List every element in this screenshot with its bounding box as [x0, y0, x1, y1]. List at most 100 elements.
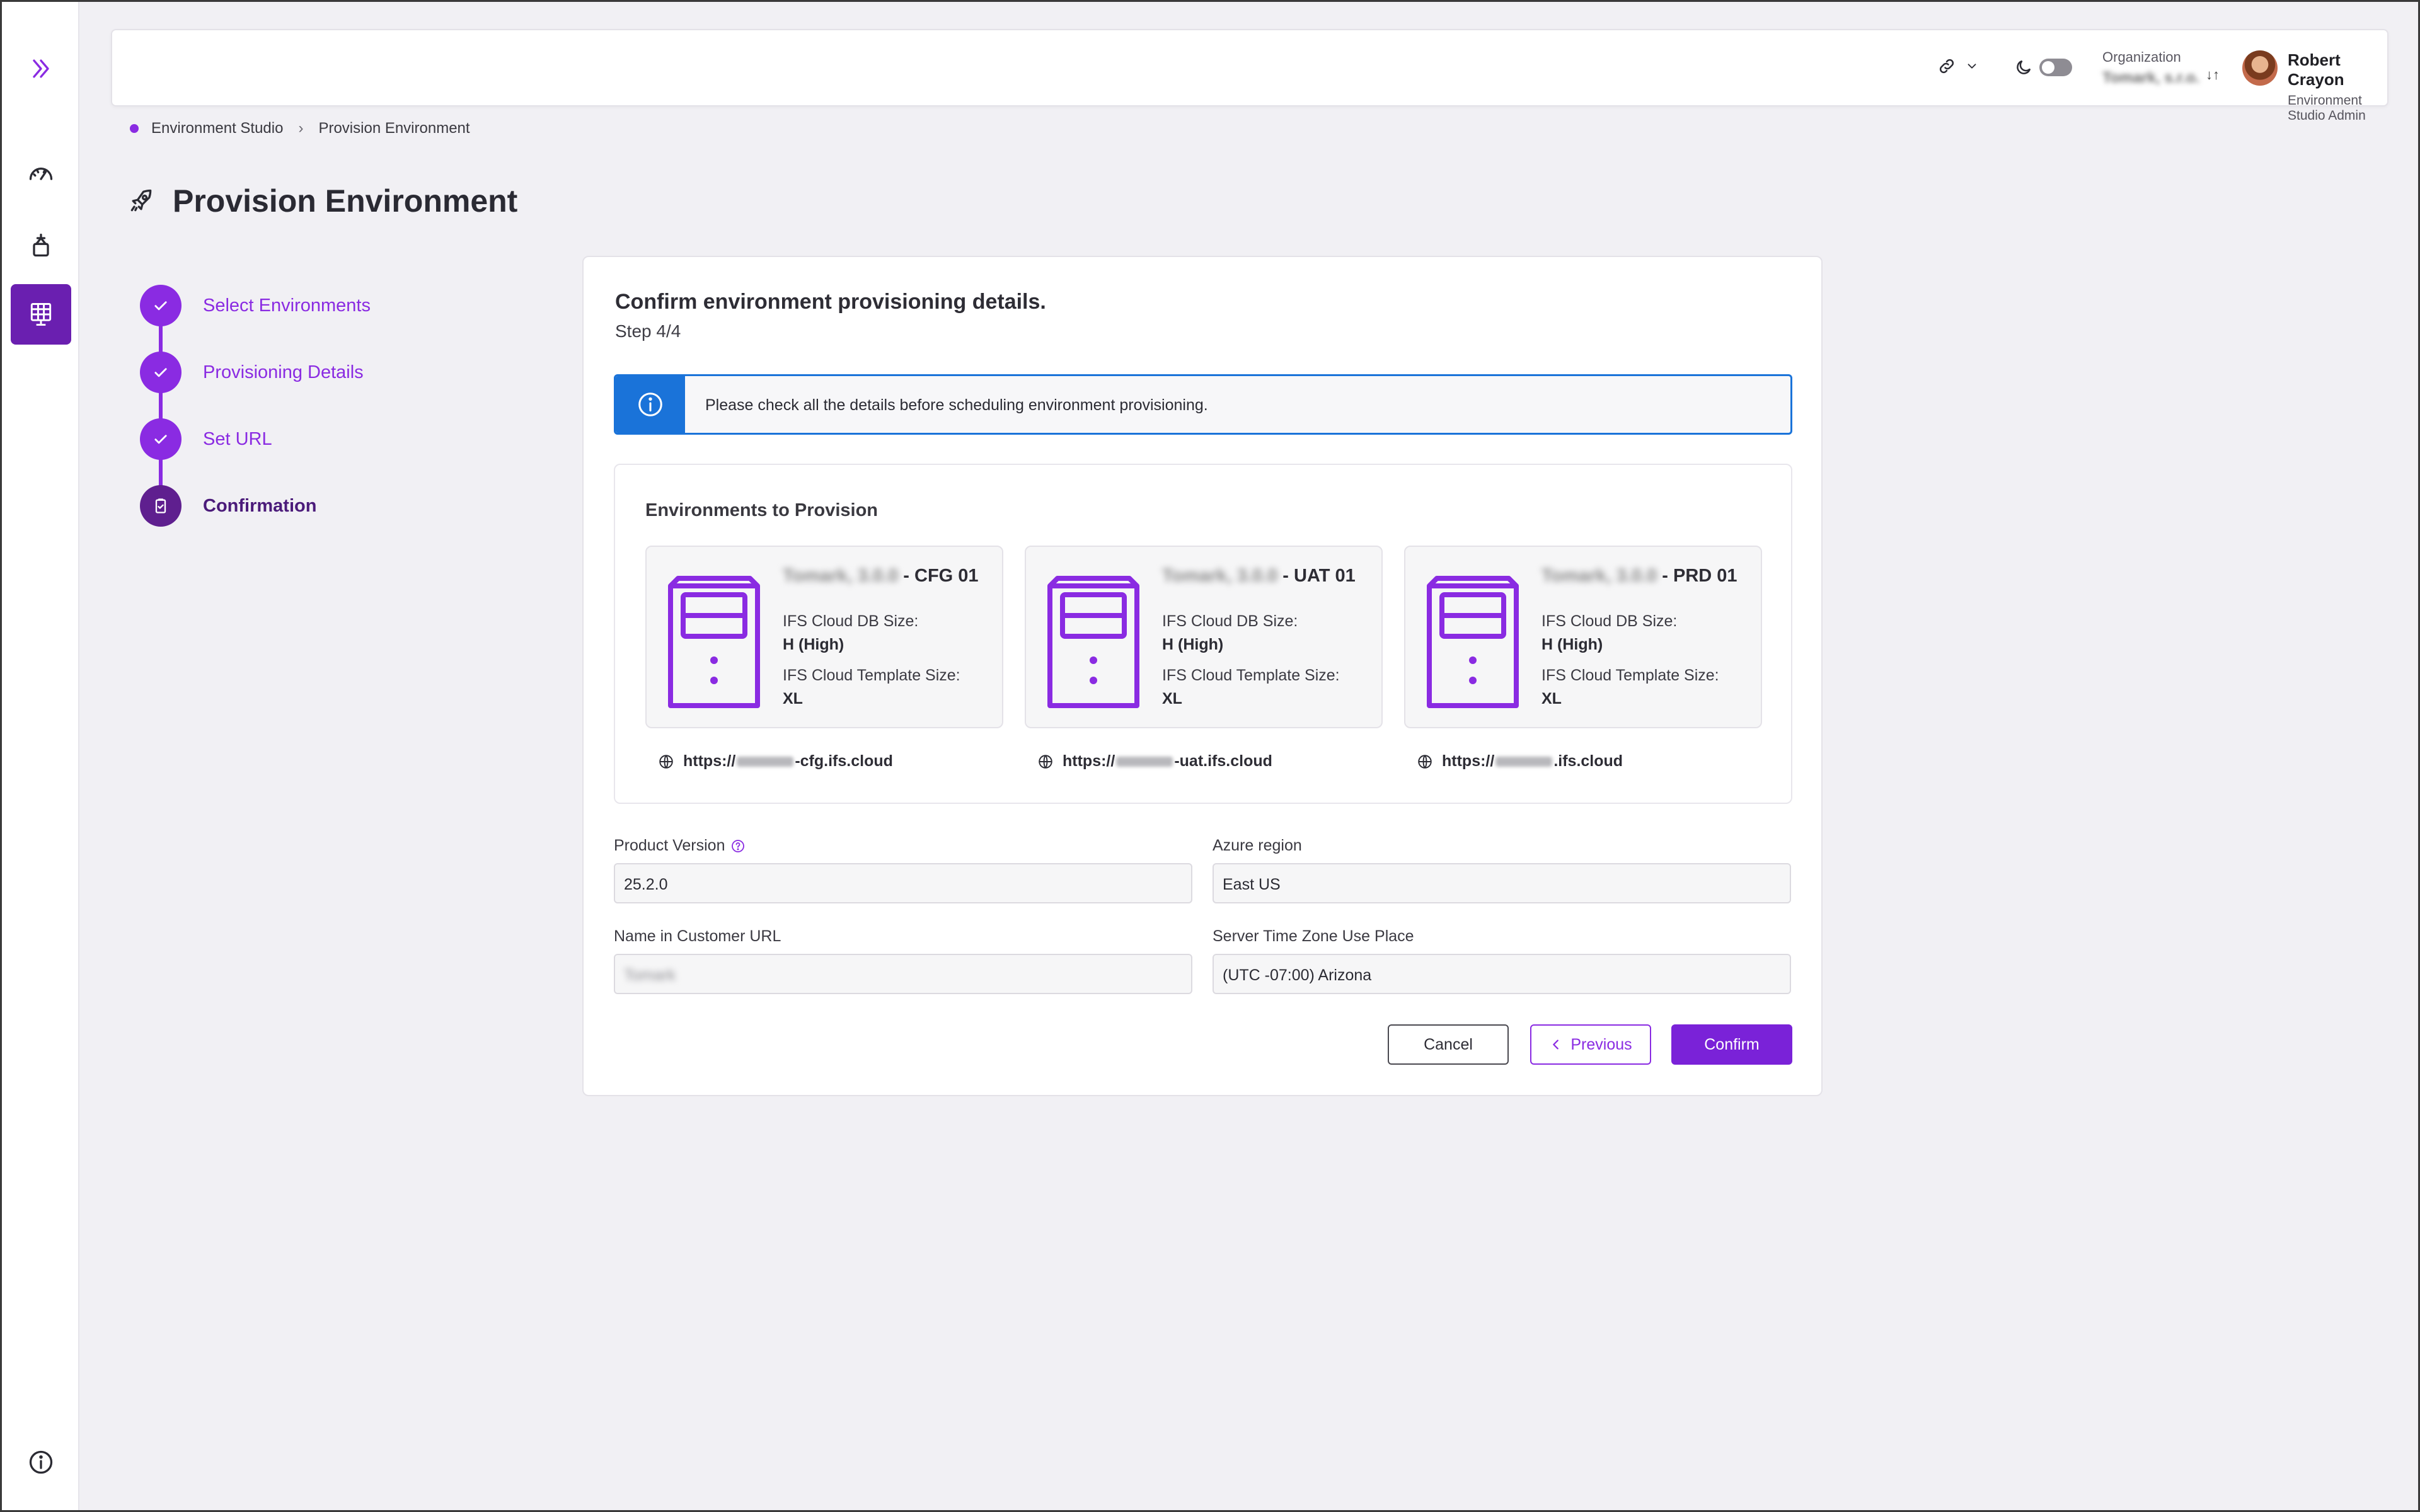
breadcrumb-item-environment-studio[interactable]: Environment Studio — [151, 120, 283, 137]
environment-name-suffix: - UAT 01 — [1282, 566, 1356, 586]
side-nav-rail — [2, 2, 79, 1510]
url-prefix: https:// — [1442, 752, 1495, 770]
switch-organization-icon[interactable]: ↓↑ — [2206, 67, 2220, 83]
check-icon — [154, 368, 167, 377]
template-size-label: IFS Cloud Template Size: — [783, 667, 960, 684]
chevron-left-icon — [1553, 1040, 1559, 1050]
url-suffix: -uat.ifs.cloud — [1174, 752, 1272, 770]
customer-url-label: Name in Customer URL — [614, 927, 781, 945]
cancel-button[interactable]: Cancel — [1388, 1024, 1509, 1065]
url-suffix: -cfg.ifs.cloud — [795, 752, 893, 770]
expand-nav-button[interactable] — [11, 38, 71, 99]
chevron-down-icon — [1968, 64, 1976, 69]
nav-environment-button[interactable] — [11, 215, 71, 275]
organization-value: Tomark, s.r.o. — [2102, 69, 2200, 86]
step-label: Provisioning Details — [203, 362, 364, 382]
environment-url-cfg[interactable]: https:// -cfg.ifs.cloud — [658, 752, 893, 770]
grid-monitor-icon — [30, 303, 52, 326]
environment-url-prd[interactable]: https:// .ifs.cloud — [1417, 752, 1623, 770]
dark-mode-switch[interactable] — [2039, 59, 2072, 76]
previous-button[interactable]: Previous — [1530, 1024, 1651, 1065]
moon-icon — [2017, 60, 2031, 74]
clipboard-check-icon — [155, 498, 166, 513]
step-set-url[interactable]: Set URL — [140, 418, 272, 460]
top-header: Organization Tomark, s.r.o. ↓↑ Robert Cr… — [111, 29, 2388, 123]
link-menu-button[interactable] — [1937, 57, 1979, 76]
db-size-value: H (High) — [1162, 636, 1224, 653]
db-size-label: IFS Cloud DB Size: — [783, 612, 919, 630]
url-redacted — [1495, 756, 1553, 767]
info-circle-icon — [29, 1450, 53, 1474]
customer-url-value: Tomark — [624, 966, 676, 984]
user-name: Robert Crayon — [2288, 50, 2344, 89]
customer-url-field[interactable]: Tomark — [614, 954, 1192, 994]
info-button[interactable] — [11, 1432, 71, 1492]
url-prefix: https:// — [683, 752, 736, 770]
db-size-label: IFS Cloud DB Size: — [1162, 612, 1298, 630]
template-size: IFS Cloud Template Size: XL — [1162, 667, 1340, 708]
url-suffix: .ifs.cloud — [1553, 752, 1623, 770]
help-circle-icon[interactable] — [730, 839, 746, 854]
db-size: IFS Cloud DB Size: H (High) — [783, 612, 918, 654]
environments-section: Environments to Provision Tomark, 3.0.0 … — [614, 464, 1792, 804]
environment-name: Tomark, 3.0.0 - PRD 01 — [1541, 566, 1737, 587]
organization-selector[interactable]: Organization Tomark, s.r.o. — [2102, 49, 2199, 87]
step-provisioning-details[interactable]: Provisioning Details — [140, 352, 364, 393]
db-size-value: H (High) — [783, 636, 844, 653]
template-size-value: XL — [1541, 690, 1562, 707]
step-complete-indicator — [140, 285, 182, 326]
environment-name-prefix: Tomark, 3.0.0 — [783, 566, 899, 586]
nav-dashboard-button[interactable] — [11, 143, 71, 203]
server-icon — [1427, 576, 1519, 708]
info-message: Please check all the details before sche… — [705, 396, 1208, 414]
template-size-value: XL — [783, 690, 803, 707]
url-prefix: https:// — [1063, 752, 1115, 770]
card-step-indicator: Step 4/4 — [615, 321, 681, 341]
environment-name-prefix: Tomark, 3.0.0 — [1541, 566, 1657, 586]
step-complete-indicator — [140, 418, 182, 460]
step-label: Select Environments — [203, 295, 371, 316]
db-size: IFS Cloud DB Size: H (High) — [1162, 612, 1298, 654]
azure-region-field[interactable]: East US — [1213, 863, 1791, 903]
avatar[interactable] — [2242, 50, 2278, 86]
breadcrumb-item-provision-environment: Provision Environment — [318, 120, 470, 137]
timezone-field[interactable]: (UTC -07:00) Arizona — [1213, 954, 1791, 994]
step-confirmation: Confirmation — [140, 485, 316, 527]
product-version-field[interactable]: 25.2.0 — [614, 863, 1192, 903]
theme-toggle[interactable] — [2014, 58, 2072, 77]
user-menu[interactable]: Robert Crayon Environment Studio Admin — [2288, 50, 2387, 123]
breadcrumb-dot-icon — [130, 124, 139, 133]
url-redacted — [737, 756, 794, 767]
environment-url-uat[interactable]: https:// -uat.ifs.cloud — [1037, 752, 1272, 770]
db-size-label: IFS Cloud DB Size: — [1541, 612, 1678, 630]
timezone-label: Server Time Zone Use Place — [1213, 927, 1414, 945]
template-size: IFS Cloud Template Size: XL — [1541, 667, 1719, 708]
nav-provision-button[interactable] — [11, 284, 71, 345]
page-title: Provision Environment — [173, 183, 518, 219]
environment-name-prefix: Tomark, 3.0.0 — [1162, 566, 1278, 586]
previous-button-label: Previous — [1570, 1035, 1632, 1053]
environment-card-prd: Tomark, 3.0.0 - PRD 01 IFS Cloud DB Size… — [1404, 546, 1762, 728]
page-title-row: Provision Environment — [127, 183, 517, 219]
template-size-label: IFS Cloud Template Size: — [1162, 667, 1340, 684]
step-current-indicator — [140, 485, 182, 527]
template-size: IFS Cloud Template Size: XL — [783, 667, 960, 708]
product-version-label-row: Product Version — [614, 837, 746, 855]
user-role: Environment Studio Admin — [2288, 93, 2366, 123]
gauge-icon — [29, 168, 53, 180]
rocket-icon — [130, 189, 152, 212]
flask-icon — [33, 233, 49, 257]
info-icon — [638, 392, 662, 416]
environment-name-suffix: - CFG 01 — [903, 566, 979, 586]
step-select-environments[interactable]: Select Environments — [140, 285, 371, 326]
link-icon — [1939, 59, 1954, 74]
confirm-button[interactable]: Confirm — [1671, 1024, 1792, 1065]
product-version-label: Product Version — [614, 837, 725, 854]
azure-region-label: Azure region — [1213, 837, 1302, 854]
server-icon — [1047, 576, 1139, 708]
db-size-value: H (High) — [1541, 636, 1603, 653]
environment-name-suffix: - PRD 01 — [1662, 566, 1737, 586]
section-title: Environments to Provision — [645, 500, 878, 520]
confirmation-card: Confirm environment provisioning details… — [582, 256, 1823, 1096]
organization-label: Organization — [2102, 49, 2181, 65]
